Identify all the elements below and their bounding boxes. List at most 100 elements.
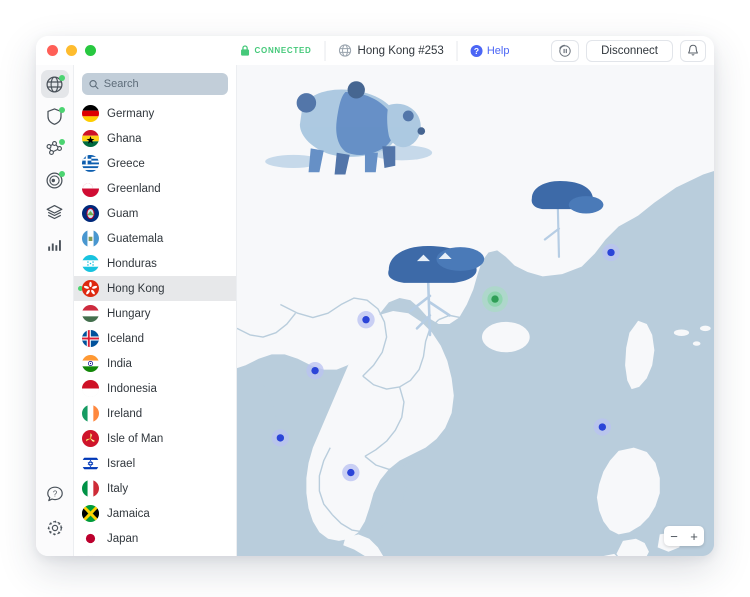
help-link-cell[interactable]: ? Help xyxy=(456,40,523,61)
close-window-button[interactable] xyxy=(47,45,58,56)
flag-icon xyxy=(82,255,99,272)
search-icon xyxy=(89,79,99,89)
search-input[interactable] xyxy=(103,78,221,90)
server-marker xyxy=(602,243,620,262)
country-panel: Germany Ghana Greece Greenland Guam Guatemala… xyxy=(74,65,237,556)
country-name-label: Isle of Man xyxy=(107,432,164,445)
pause-button[interactable] xyxy=(551,39,580,62)
layers-icon xyxy=(46,204,63,219)
maximize-window-button[interactable] xyxy=(85,45,96,56)
country-name-label: Ireland xyxy=(107,407,143,420)
country-list-item[interactable]: Hungary xyxy=(74,301,236,326)
country-list-item[interactable]: Jamaica xyxy=(74,501,236,526)
status-dot xyxy=(58,107,65,113)
country-list-item[interactable]: Ghana xyxy=(74,126,236,151)
svg-text:?: ? xyxy=(52,489,57,498)
window-body: ? Search Germany Ghana Greece Greenland … xyxy=(36,65,714,556)
current-server[interactable]: Hong Kong #253 xyxy=(324,40,457,61)
country-list-item[interactable]: Ireland xyxy=(74,401,236,426)
flag-icon xyxy=(82,430,99,447)
country-list[interactable]: Germany Ghana Greece Greenland Guam Guatemala… xyxy=(74,99,236,556)
country-name-label: Indonesia xyxy=(107,382,157,395)
sidebar-item-settings[interactable] xyxy=(41,514,69,542)
country-name-label: Japan xyxy=(107,532,139,545)
country-name-label: Guam xyxy=(107,207,139,220)
app-window: CONNECTED Hong Kong #253 ? Help Disconne… xyxy=(36,36,714,556)
flag-icon xyxy=(82,230,99,247)
flag-icon xyxy=(82,505,99,522)
flag-icon xyxy=(82,355,99,372)
sidebar-item-file-sharing[interactable] xyxy=(41,198,69,226)
country-name-label: Honduras xyxy=(107,257,157,270)
pause-circle-icon xyxy=(559,44,571,57)
search-box[interactable] xyxy=(82,73,228,95)
country-list-item[interactable]: Greenland xyxy=(74,176,236,201)
connection-status: CONNECTED xyxy=(228,41,325,61)
country-name-label: India xyxy=(107,357,132,370)
server-marker xyxy=(306,361,324,380)
server-marker-connected xyxy=(482,286,509,313)
country-list-item[interactable]: Germany xyxy=(74,101,236,126)
flag-icon xyxy=(82,280,99,297)
hainan-island xyxy=(482,321,530,353)
country-list-item[interactable]: Israel xyxy=(74,451,236,476)
server-marker xyxy=(342,463,360,482)
country-list-item[interactable]: Guatemala xyxy=(74,226,236,251)
notifications-button[interactable] xyxy=(680,39,706,62)
sidebar-item-meshnet[interactable] xyxy=(41,134,69,162)
country-list-item[interactable]: Japan xyxy=(74,526,236,551)
search-container xyxy=(74,65,236,99)
flag-icon xyxy=(82,555,99,556)
bell-icon xyxy=(688,44,698,56)
status-dot xyxy=(58,171,65,177)
gear-icon xyxy=(46,520,63,536)
flag-icon xyxy=(82,180,99,197)
country-name-label: Germany xyxy=(107,107,155,120)
country-list-item[interactable]: Jersey xyxy=(74,551,236,556)
connection-status-group: CONNECTED Hong Kong #253 ? Help xyxy=(228,40,523,61)
country-list-item[interactable]: Guam xyxy=(74,201,236,226)
flag-icon xyxy=(82,105,99,122)
traffic-lights xyxy=(47,45,96,56)
sidebar-item-help[interactable]: ? xyxy=(41,480,69,508)
flag-icon xyxy=(82,405,99,422)
country-list-item[interactable]: Italy xyxy=(74,476,236,501)
flag-icon xyxy=(82,530,99,547)
zoom-in-button[interactable]: + xyxy=(684,526,704,546)
help-label: Help xyxy=(486,44,510,57)
country-list-item[interactable]: Isle of Man xyxy=(74,426,236,451)
sidebar-item-dark-web-monitor[interactable] xyxy=(41,166,69,194)
bar-chart-icon xyxy=(48,239,61,251)
country-name-label: Hungary xyxy=(107,307,151,320)
sidebar-rail: ? xyxy=(36,65,74,556)
country-name-label: Ghana xyxy=(107,132,142,145)
titlebar: CONNECTED Hong Kong #253 ? Help Disconne… xyxy=(36,36,714,65)
country-list-item[interactable]: Hong Kong xyxy=(74,276,236,301)
map-zoom-controls[interactable]: − + xyxy=(664,526,704,546)
country-list-item[interactable]: Iceland xyxy=(74,326,236,351)
help-circle-icon: ? xyxy=(470,44,483,57)
lock-icon xyxy=(241,45,250,56)
flag-icon xyxy=(82,330,99,347)
disconnect-button[interactable]: Disconnect xyxy=(586,39,673,62)
ryukyu-2 xyxy=(699,325,711,332)
server-marker xyxy=(357,311,375,329)
country-list-item[interactable]: India xyxy=(74,351,236,376)
flag-icon xyxy=(82,380,99,397)
ryukyu-3 xyxy=(692,341,701,346)
map-area[interactable]: − + xyxy=(237,65,714,556)
flag-icon xyxy=(82,155,99,172)
zoom-out-button[interactable]: − xyxy=(664,526,684,546)
country-list-item[interactable]: Indonesia xyxy=(74,376,236,401)
svg-text:?: ? xyxy=(474,46,479,56)
flag-icon xyxy=(82,130,99,147)
sidebar-item-threat-protection[interactable] xyxy=(41,102,69,130)
sidebar-item-statistics[interactable] xyxy=(41,230,69,258)
country-list-item[interactable]: Greece xyxy=(74,151,236,176)
country-list-item[interactable]: Honduras xyxy=(74,251,236,276)
help-bubble-icon: ? xyxy=(46,486,63,502)
sidebar-item-vpn[interactable] xyxy=(40,70,69,98)
minimize-window-button[interactable] xyxy=(66,45,77,56)
flag-icon xyxy=(82,480,99,497)
status-dot xyxy=(58,139,65,145)
